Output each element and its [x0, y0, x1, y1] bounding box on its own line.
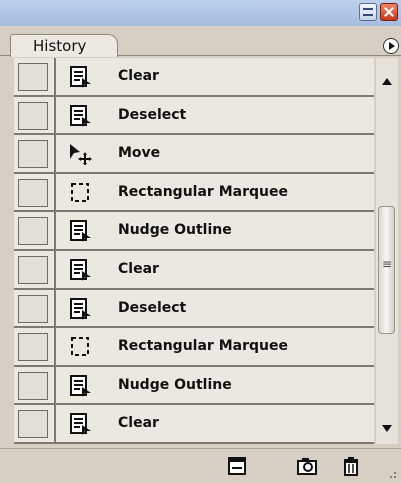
divider [54, 405, 56, 442]
close-icon[interactable] [380, 3, 398, 21]
source-checkbox[interactable] [18, 294, 48, 323]
divider [54, 366, 56, 404]
trash-icon[interactable] [340, 456, 362, 476]
panel-menu-icon[interactable] [383, 38, 399, 54]
snapshot-camera-icon[interactable] [296, 456, 318, 476]
history-list: Clear Deselect Move Rectangular Marquee … [14, 58, 374, 444]
history-item-label: Nudge Outline [118, 222, 232, 239]
history-item[interactable]: Nudge Outline [14, 212, 374, 251]
history-item-label: Deselect [118, 106, 187, 123]
history-item-label: Rectangular Marquee [118, 183, 288, 200]
document-arrow-icon [70, 413, 91, 436]
history-item-label: Clear [118, 68, 159, 84]
history-item[interactable]: Rectangular Marquee [14, 173, 374, 213]
history-item[interactable]: Clear [14, 405, 374, 444]
document-arrow-icon [70, 104, 91, 127]
tab-bar: History [0, 26, 401, 57]
source-checkbox[interactable] [18, 101, 48, 130]
divider [54, 58, 56, 95]
source-checkbox[interactable] [18, 217, 48, 246]
history-item[interactable]: Clear [14, 250, 374, 290]
history-item-label: Nudge Outline [118, 376, 232, 393]
history-item[interactable]: Move [14, 135, 374, 174]
source-checkbox[interactable] [18, 333, 48, 362]
document-arrow-icon [70, 220, 91, 243]
resize-grip-icon[interactable] [385, 467, 397, 479]
marquee-icon [71, 182, 89, 202]
marquee-icon [71, 337, 89, 357]
divider [54, 250, 56, 288]
tab-history[interactable]: History [10, 34, 118, 57]
divider [54, 135, 56, 172]
source-checkbox[interactable] [18, 255, 48, 284]
source-checkbox[interactable] [18, 140, 48, 169]
scrollbar-thumb[interactable] [378, 206, 395, 334]
history-item[interactable]: Deselect [14, 96, 374, 136]
document-arrow-icon [70, 66, 91, 88]
divider [54, 289, 56, 327]
history-item[interactable]: Deselect [14, 289, 374, 329]
document-arrow-icon [70, 374, 91, 397]
source-checkbox[interactable] [18, 410, 48, 439]
new-document-from-state-icon[interactable] [226, 456, 248, 476]
divider [54, 96, 56, 134]
title-bar [0, 0, 401, 27]
document-arrow-icon [70, 258, 91, 281]
history-item[interactable]: Clear [14, 58, 374, 97]
history-item-label: Move [118, 145, 161, 162]
source-checkbox[interactable] [18, 178, 48, 207]
history-item[interactable]: Rectangular Marquee [14, 328, 374, 367]
document-arrow-icon [70, 297, 91, 320]
source-checkbox[interactable] [18, 371, 48, 400]
history-panel: History Clear Deselect Move Rectangular … [0, 0, 401, 483]
divider [54, 173, 56, 211]
scroll-up-arrow-icon[interactable] [382, 78, 392, 85]
bottom-toolbar [0, 448, 401, 483]
history-item[interactable]: Nudge Outline [14, 366, 374, 406]
divider [54, 328, 56, 365]
scroll-down-arrow-icon[interactable] [382, 425, 392, 432]
minimize-icon[interactable] [359, 3, 377, 21]
history-item-label: Clear [118, 260, 159, 277]
vertical-scrollbar[interactable] [376, 58, 398, 444]
history-item-label: Deselect [118, 299, 187, 316]
source-checkbox[interactable] [18, 63, 48, 91]
divider [54, 212, 56, 249]
move-tool-icon [70, 144, 92, 166]
history-item-label: Clear [118, 415, 159, 432]
history-item-label: Rectangular Marquee [118, 338, 288, 355]
